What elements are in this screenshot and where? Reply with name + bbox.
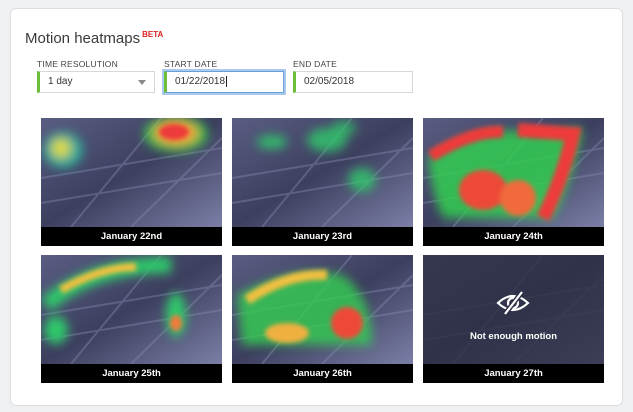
heatmap-image xyxy=(232,118,413,227)
end-date-label: END DATE xyxy=(293,59,337,69)
heatmap-date-label: January 26th xyxy=(232,364,413,383)
heatmap-tile[interactable]: January 26th xyxy=(232,255,413,383)
time-resolution-value: 1 day xyxy=(48,76,73,87)
heatmap-date-label: January 27th xyxy=(423,364,604,383)
heatmap-image xyxy=(423,118,604,227)
heatmap-tile[interactable]: Not enough motion January 27th xyxy=(423,255,604,383)
heatmap-date-label: January 25th xyxy=(41,364,222,383)
page-title: Motion heatmaps BETA xyxy=(25,30,163,47)
start-date-value: 01/22/2018 xyxy=(175,76,226,87)
heatmap-image xyxy=(41,255,222,364)
title-text: Motion heatmaps xyxy=(25,30,141,47)
start-date-input[interactable]: 01/22/2018 xyxy=(164,71,284,93)
heatmap-image xyxy=(232,255,413,364)
end-date-value: 02/05/2018 xyxy=(304,76,355,87)
beta-badge: BETA xyxy=(142,30,164,39)
not-enough-motion-message: Not enough motion xyxy=(469,331,558,342)
time-resolution-select[interactable]: 1 day xyxy=(37,71,155,93)
text-cursor xyxy=(226,75,228,87)
heatmap-image xyxy=(41,118,222,227)
heatmap-tile[interactable]: January 23rd xyxy=(232,118,413,246)
chevron-down-icon xyxy=(138,80,146,85)
end-date-input[interactable]: 02/05/2018 xyxy=(293,71,413,93)
heatmap-date-label: January 23rd xyxy=(232,227,413,246)
heatmap-date-label: January 24th xyxy=(423,227,604,246)
heatmap-tile[interactable]: January 22nd xyxy=(41,118,222,246)
start-date-label: START DATE xyxy=(164,59,218,69)
heatmap-date-label: January 22nd xyxy=(41,227,222,246)
heatmap-tile[interactable]: January 25th xyxy=(41,255,222,383)
heatmap-tile[interactable]: January 24th xyxy=(423,118,604,246)
eye-off-icon xyxy=(496,290,530,316)
time-resolution-label: TIME RESOLUTION xyxy=(37,59,118,69)
